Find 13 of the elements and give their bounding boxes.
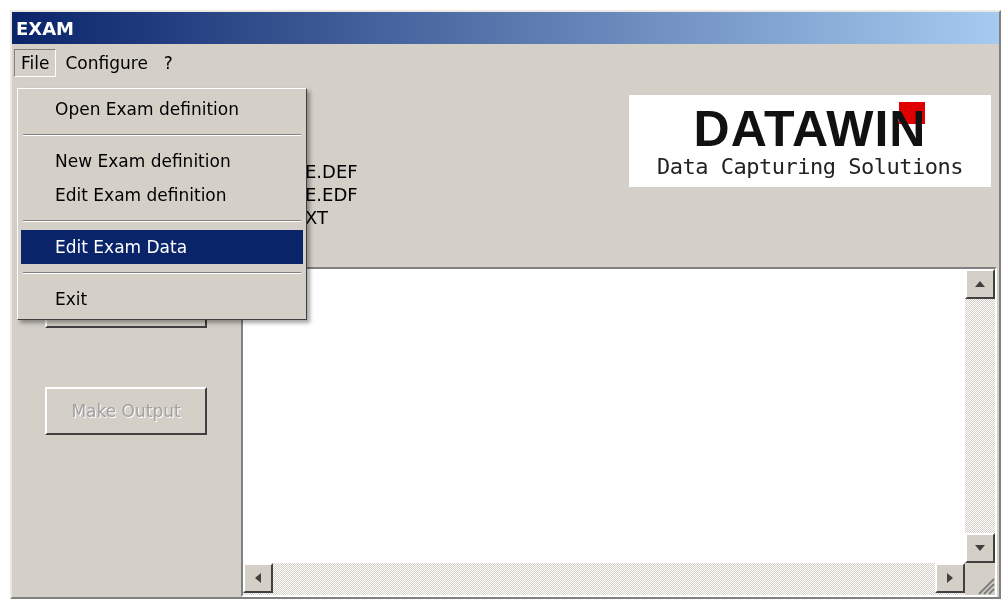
- logo: DATAWIN Data Capturing Solutions: [629, 95, 991, 187]
- menu-title[interactable]: Configure: [58, 49, 155, 77]
- menu-item[interactable]: Edit Exam definition: [21, 178, 303, 212]
- file-label: E.EDF: [305, 185, 358, 205]
- window-title: EXAM: [12, 12, 999, 44]
- menu-item[interactable]: New Exam definition: [21, 144, 303, 178]
- menu-title[interactable]: ?: [156, 49, 180, 77]
- menu-item[interactable]: Edit Exam Data: [21, 230, 303, 264]
- menu-title[interactable]: File: [14, 49, 57, 77]
- file-label: XT: [305, 208, 329, 228]
- menu-item[interactable]: Open Exam definition: [21, 92, 303, 126]
- menu-item[interactable]: Exit: [21, 282, 303, 316]
- file-label: E.DEF: [305, 162, 358, 182]
